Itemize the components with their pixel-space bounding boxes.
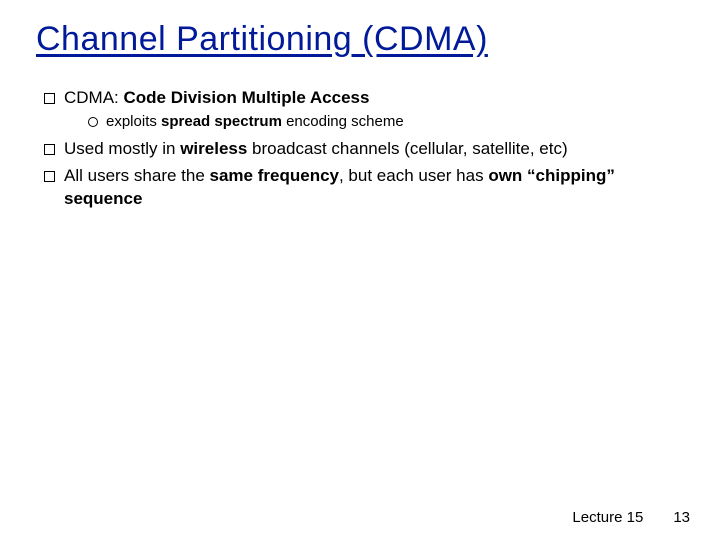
bullet-cdma-definition: CDMA: Code Division Multiple Access expl…	[42, 87, 684, 132]
lecture-label: Lecture 15	[572, 509, 643, 526]
text: Used mostly in	[64, 139, 180, 158]
sub-bullet-spread-spectrum: exploits spread spectrum encoding scheme	[86, 112, 684, 132]
text: encoding scheme	[282, 113, 404, 130]
text-bold: Code Division Multiple Access	[124, 88, 370, 107]
text-bold: frequency	[258, 166, 339, 185]
text: , but each user has	[339, 166, 488, 185]
text: exploits	[106, 113, 161, 130]
page-number: 13	[673, 509, 690, 526]
slide-title: Channel Partitioning (CDMA)	[36, 20, 684, 59]
bullet-list: CDMA: Code Division Multiple Access expl…	[36, 87, 684, 211]
bullet-chipping: All users share the same frequency, but …	[42, 165, 684, 211]
text: All users share the	[64, 166, 210, 185]
text: CDMA:	[64, 88, 124, 107]
footer: Lecture 15 13	[572, 509, 690, 526]
sub-bullet-list: exploits spread spectrum encoding scheme	[64, 112, 684, 132]
slide: Channel Partitioning (CDMA) CDMA: Code D…	[0, 0, 720, 540]
text: broadcast channels (cellular, satellite,…	[247, 139, 567, 158]
text-bold: same	[210, 166, 253, 185]
text-bold: spread spectrum	[161, 113, 282, 130]
text-bold: wireless	[180, 139, 247, 158]
bullet-wireless: Used mostly in wireless broadcast channe…	[42, 138, 684, 161]
